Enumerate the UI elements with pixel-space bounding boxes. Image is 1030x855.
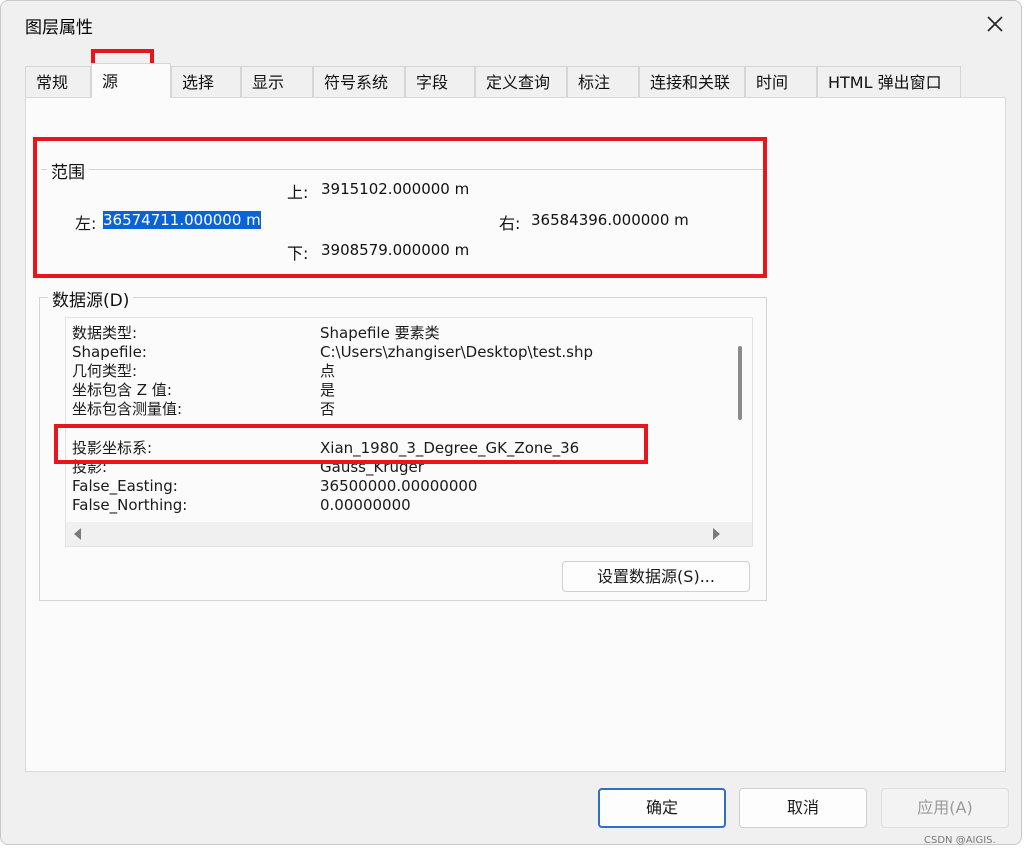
- tab-fields[interactable]: 字段: [405, 66, 475, 97]
- set-datasource-button[interactable]: 设置数据源(S)...: [562, 561, 750, 592]
- tab-bar: 常规 源 选择 显示 符号系统 字段 定义查询 标注 连接和关联 时间 HTML…: [25, 63, 985, 98]
- property-value: Shapefile 要素类: [320, 324, 440, 342]
- extent-legend: 范围: [47, 158, 89, 183]
- extent-top-label: 上:: [287, 183, 309, 202]
- horizontal-scrollbar[interactable]: [66, 522, 752, 546]
- extent-left-label: 左:: [75, 214, 97, 233]
- tab-selection[interactable]: 选择: [171, 66, 241, 97]
- title-bar: 图层属性: [1, 1, 1021, 47]
- list-item: False_Northing: 0.00000000: [72, 496, 732, 515]
- extent-bottom-label: 下:: [287, 244, 309, 263]
- list-item: 投影: Gauss_Kruger: [72, 458, 732, 477]
- list-item: Shapefile: C:\Users\zhangiser\Desktop\te…: [72, 343, 732, 362]
- list-item: 几何类型: 点: [72, 362, 732, 381]
- datasource-properties-list[interactable]: 数据类型: Shapefile 要素类 Shapefile: C:\Users\…: [65, 317, 753, 547]
- property-key: False_Easting:: [72, 477, 178, 495]
- scroll-left-icon[interactable]: [74, 528, 81, 540]
- vertical-scrollbar[interactable]: [738, 346, 742, 420]
- extent-right-value[interactable]: 36584396.000000 m: [531, 211, 689, 229]
- property-key: 投影:: [72, 458, 108, 476]
- list-item: 坐标包含测量值: 否: [72, 400, 732, 419]
- extent-bottom-value[interactable]: 3908579.000000 m: [321, 241, 469, 259]
- layer-properties-dialog: 图层属性 常规 源 选择 显示 符号系统 字段 定义查询 标注 连接和关联 时间…: [0, 0, 1022, 845]
- property-value: 否: [320, 400, 336, 418]
- close-icon: [987, 16, 1003, 32]
- property-key: 投影坐标系:: [72, 439, 153, 457]
- list-item: False_Easting: 36500000.00000000: [72, 477, 732, 496]
- list-item: 坐标包含 Z 值: 是: [72, 381, 732, 400]
- property-key: Shapefile:: [72, 343, 147, 361]
- tab-symbology[interactable]: 符号系统: [313, 66, 405, 97]
- dialog-title: 图层属性: [25, 18, 93, 38]
- tab-labels[interactable]: 标注: [567, 66, 639, 97]
- tab-display[interactable]: 显示: [241, 66, 313, 97]
- property-value: 点: [320, 362, 336, 380]
- extent-top-value[interactable]: 3915102.000000 m: [321, 180, 469, 198]
- property-key: 坐标包含 Z 值:: [72, 381, 172, 399]
- property-key: 几何类型:: [72, 362, 138, 380]
- tab-source[interactable]: 源: [91, 63, 171, 98]
- datasource-legend: 数据源(D): [48, 286, 134, 311]
- tab-joins-relates[interactable]: 连接和关联: [639, 66, 745, 97]
- property-value: 0.00000000: [320, 496, 411, 514]
- tab-time[interactable]: 时间: [745, 66, 817, 97]
- extent-left-value[interactable]: 36574711.000000 m: [103, 211, 261, 229]
- property-value: Gauss_Kruger: [320, 458, 424, 476]
- property-value: C:\Users\zhangiser\Desktop\test.shp: [320, 343, 594, 361]
- apply-button[interactable]: 应用(A): [881, 788, 1009, 828]
- list-item: 数据类型: Shapefile 要素类: [72, 324, 732, 343]
- property-value: 是: [320, 381, 336, 399]
- tab-definition-query[interactable]: 定义查询: [475, 66, 567, 97]
- close-button[interactable]: [975, 7, 1015, 41]
- extent-right-label: 右:: [499, 214, 521, 233]
- property-value: Xian_1980_3_Degree_GK_Zone_36: [320, 439, 580, 457]
- property-key: False_Northing:: [72, 496, 188, 514]
- list-item: 投影坐标系: Xian_1980_3_Degree_GK_Zone_36: [72, 439, 732, 458]
- property-key: 数据类型:: [72, 324, 138, 342]
- ok-button[interactable]: 确定: [598, 788, 726, 828]
- cancel-button[interactable]: 取消: [739, 788, 867, 828]
- watermark: CSDN @AIGIS.: [924, 835, 996, 846]
- property-value: 36500000.00000000: [320, 477, 478, 495]
- tab-html-popup[interactable]: HTML 弹出窗口: [817, 66, 961, 97]
- tab-general[interactable]: 常规: [25, 66, 91, 97]
- scroll-right-icon[interactable]: [713, 528, 720, 540]
- property-key: 坐标包含测量值:: [72, 400, 183, 418]
